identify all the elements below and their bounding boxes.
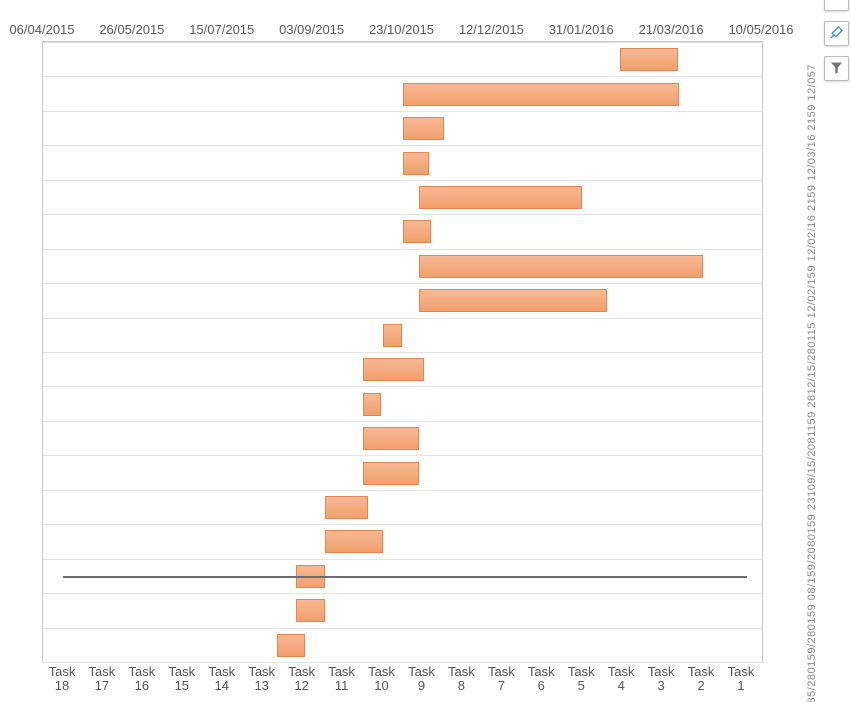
x-tick-label: 21/03/2016: [626, 22, 716, 37]
row-gridline: [43, 111, 762, 112]
row-gridline: [43, 628, 762, 629]
row-gridline: [43, 145, 762, 146]
midline: [63, 576, 747, 578]
gantt-bar[interactable]: [296, 599, 325, 622]
task-axis-label: Task3: [641, 665, 681, 693]
paintbrush-button[interactable]: [824, 21, 849, 46]
task-axis-label: Task5: [561, 665, 601, 693]
unknown-tool-button[interactable]: [824, 0, 849, 11]
gantt-bar[interactable]: [383, 324, 403, 347]
gantt-bar[interactable]: [403, 152, 430, 175]
gantt-bar[interactable]: [277, 634, 306, 657]
task-axis-label: Task2: [681, 665, 721, 693]
x-tick-label: 10/05/2016: [716, 22, 806, 37]
row-gridline: [43, 42, 762, 43]
gantt-bar[interactable]: [620, 48, 678, 71]
gantt-bar[interactable]: [419, 289, 608, 312]
row-gridline: [43, 318, 762, 319]
row-gridline: [43, 593, 762, 594]
row-gridline: [43, 180, 762, 181]
task-axis-label: Task4: [601, 665, 641, 693]
row-gridline: [43, 524, 762, 525]
gantt-bar[interactable]: [403, 220, 432, 243]
row-gridline: [43, 76, 762, 77]
gantt-bar[interactable]: [363, 462, 419, 485]
row-gridline: [43, 214, 762, 215]
task-axis-label: Task9: [402, 665, 442, 693]
paintbrush-icon: [829, 25, 844, 43]
task-axis-label: Task10: [362, 665, 402, 693]
x-tick-label: 03/09/2015: [267, 22, 357, 37]
row-gridline: [43, 352, 762, 353]
row-gridline: [43, 559, 762, 560]
row-gridline: [43, 283, 762, 284]
gantt-bar[interactable]: [363, 427, 419, 450]
task-axis-label: Task15: [162, 665, 202, 693]
task-axis-label: Task14: [202, 665, 242, 693]
x-tick-label: 26/05/2015: [87, 22, 177, 37]
plot-area: [42, 41, 763, 663]
row-gridline: [43, 421, 762, 422]
task-axis-label: Task16: [122, 665, 162, 693]
gantt-bar[interactable]: [419, 255, 703, 278]
row-gridline: [43, 249, 762, 250]
task-axis-label: Task12: [282, 665, 322, 693]
row-gridline: [43, 455, 762, 456]
row-gridline: [43, 386, 762, 387]
task-axis-label: Task7: [481, 665, 521, 693]
gantt-bar[interactable]: [325, 496, 368, 519]
gantt-bar[interactable]: [363, 358, 424, 381]
task-axis-label: Task11: [322, 665, 362, 693]
gantt-bar[interactable]: [403, 83, 680, 106]
x-tick-label: 15/07/2015: [177, 22, 267, 37]
x-tick-label: 06/04/2015: [0, 22, 87, 37]
row-gridline: [43, 662, 762, 663]
task-axis-label: Task6: [521, 665, 561, 693]
right-vertical-label: 14/08/28085/280159/280159 08/159/2080159…: [804, 64, 819, 702]
gantt-bar[interactable]: [363, 393, 381, 416]
funnel-icon: [829, 60, 844, 78]
x-tick-label: 23/10/2015: [357, 22, 447, 37]
gantt-bar[interactable]: [403, 117, 444, 140]
task-axis-label: Task1: [721, 665, 761, 693]
row-gridline: [43, 490, 762, 491]
task-axis-label: Task18: [42, 665, 82, 693]
x-tick-label: 12/12/2015: [446, 22, 536, 37]
task-axis-label: Task13: [242, 665, 282, 693]
x-tick-label: 31/01/2016: [536, 22, 626, 37]
gantt-bar[interactable]: [325, 530, 383, 553]
task-axis-label: Task17: [82, 665, 122, 693]
gantt-bar[interactable]: [419, 186, 583, 209]
task-axis-label: Task8: [441, 665, 481, 693]
chart-frame: 06/04/201526/05/201515/07/201503/09/2015…: [0, 0, 851, 702]
filter-button[interactable]: [824, 56, 849, 81]
